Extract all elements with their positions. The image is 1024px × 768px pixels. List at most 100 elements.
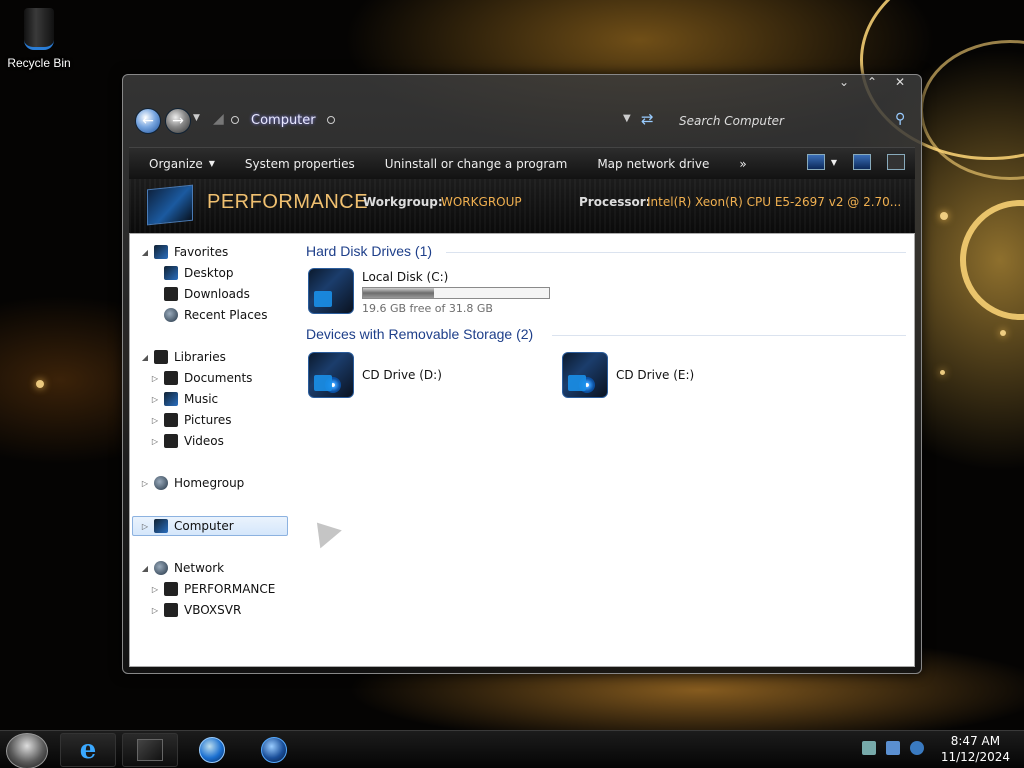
group-header-hard-disks[interactable]: Hard Disk Drives (1) bbox=[306, 243, 432, 259]
processor-label: Processor: bbox=[579, 195, 651, 209]
nav-item-network-performance[interactable]: ▷ PERFORMANCE bbox=[150, 579, 275, 599]
processor-value: Intel(R) Xeon(R) CPU E5-2697 v2 @ 2.70..… bbox=[647, 195, 902, 209]
content-area: ◢ Favorites Desktop Downloads Recent Pla… bbox=[129, 233, 915, 667]
collapse-triangle-icon[interactable]: ◢ bbox=[140, 564, 150, 573]
drive-label: CD Drive (D:) bbox=[362, 368, 442, 382]
system-tray bbox=[862, 741, 924, 755]
wallpaper-sparkle bbox=[940, 212, 948, 220]
nav-item-music[interactable]: ▷ Music bbox=[150, 389, 218, 409]
search-icon[interactable]: ⚲ bbox=[895, 111, 905, 127]
taskbar-windows-explorer[interactable] bbox=[122, 733, 178, 767]
expand-triangle-icon[interactable]: ▷ bbox=[150, 606, 160, 615]
downloads-icon bbox=[164, 287, 178, 301]
group-header-removable[interactable]: Devices with Removable Storage (2) bbox=[306, 326, 533, 342]
refresh-icon[interactable]: ⇄ bbox=[641, 110, 654, 128]
expand-triangle-icon[interactable]: ▷ bbox=[150, 416, 160, 425]
nav-item-computer[interactable]: ▷ Computer bbox=[140, 516, 234, 536]
help-icon[interactable] bbox=[887, 154, 905, 170]
organize-button[interactable]: Organize bbox=[149, 157, 203, 171]
taskbar-media-player[interactable] bbox=[184, 733, 240, 767]
collapse-triangle-icon[interactable]: ◢ bbox=[140, 353, 150, 362]
explorer-window: ⌄ ⌃ ✕ ← → ▼ ◢ Computer ▼ ⇄ ⚲ Organize ▼ … bbox=[122, 74, 922, 674]
expand-triangle-icon[interactable]: ▷ bbox=[150, 395, 160, 404]
details-pane: PERFORMANCE Workgroup: WORKGROUP Process… bbox=[129, 179, 915, 233]
nav-label: Homegroup bbox=[174, 476, 245, 490]
drive-usage-fill bbox=[363, 288, 434, 298]
view-controls: ▼ bbox=[806, 154, 905, 170]
taskbar-clock[interactable]: 8:47 AM 11/12/2024 bbox=[941, 733, 1010, 765]
address-dropdown-icon[interactable]: ▼ bbox=[623, 113, 631, 124]
maximize-button[interactable]: ⌃ bbox=[865, 75, 879, 89]
nav-item-homegroup[interactable]: ▷ Homegroup bbox=[140, 473, 244, 493]
expand-triangle-icon[interactable]: ▷ bbox=[140, 522, 150, 531]
network-status-icon[interactable] bbox=[886, 741, 900, 755]
group-divider bbox=[446, 252, 906, 253]
expand-triangle-icon[interactable]: ▷ bbox=[150, 437, 160, 446]
drive-item-d[interactable]: CD Drive (D:) bbox=[308, 352, 508, 402]
cd-disc-icon bbox=[325, 377, 341, 393]
nav-label: Pictures bbox=[184, 413, 232, 427]
nav-item-videos[interactable]: ▷ Videos bbox=[150, 431, 224, 451]
nav-item-libraries[interactable]: ◢ Libraries bbox=[140, 347, 226, 367]
media-player-icon bbox=[199, 737, 225, 763]
nav-label: Music bbox=[184, 392, 219, 406]
breadcrumb-separator-icon[interactable] bbox=[231, 116, 239, 124]
computer-icon: ◢ bbox=[213, 111, 224, 127]
clock-time: 8:47 AM bbox=[950, 734, 1001, 748]
command-bar: Organize ▼ System properties Uninstall o… bbox=[129, 147, 915, 179]
change-view-icon[interactable] bbox=[806, 154, 825, 170]
pictures-icon bbox=[164, 413, 178, 427]
address-breadcrumb[interactable]: Computer bbox=[251, 113, 316, 128]
uninstall-program-button[interactable]: Uninstall or change a program bbox=[385, 157, 568, 171]
view-dropdown-icon[interactable]: ▼ bbox=[831, 158, 837, 167]
start-button[interactable] bbox=[6, 733, 48, 768]
nav-label: Downloads bbox=[184, 287, 250, 301]
minimize-button[interactable]: ⌄ bbox=[837, 75, 851, 89]
nav-item-recent-places[interactable]: Recent Places bbox=[160, 305, 267, 325]
nav-item-documents[interactable]: ▷ Documents bbox=[150, 368, 252, 388]
group-divider bbox=[552, 335, 906, 336]
nav-item-network-vboxsvr[interactable]: ▷ VBOXSVR bbox=[150, 600, 241, 620]
expand-triangle-icon[interactable]: ▷ bbox=[150, 585, 160, 594]
computer-icon bbox=[154, 519, 168, 533]
desktop-icon bbox=[164, 266, 178, 280]
close-button[interactable]: ✕ bbox=[893, 75, 907, 89]
volume-icon[interactable] bbox=[910, 741, 924, 755]
internet-explorer-icon: e bbox=[79, 735, 97, 765]
recycle-bin-shortcut[interactable]: Recycle Bin bbox=[4, 8, 74, 70]
expand-triangle-icon[interactable]: ▷ bbox=[150, 374, 160, 383]
nav-label: Libraries bbox=[174, 350, 226, 364]
preview-pane-icon[interactable] bbox=[853, 154, 871, 170]
items-pane: Hard Disk Drives (1) Local Disk (C:) 19.… bbox=[300, 234, 912, 666]
taskbar: e 8:47 AM 11/12/2024 bbox=[0, 730, 1024, 768]
drive-item-c[interactable]: Local Disk (C:) 19.6 GB free of 31.8 GB bbox=[308, 268, 558, 318]
map-network-drive-button[interactable]: Map network drive bbox=[597, 157, 709, 171]
nav-item-pictures[interactable]: ▷ Pictures bbox=[150, 410, 232, 430]
taskbar-internet-explorer[interactable]: e bbox=[60, 733, 116, 767]
wallpaper-sparkle bbox=[36, 380, 44, 388]
drive-item-e[interactable]: CD Drive (E:) bbox=[562, 352, 762, 402]
breadcrumb-expand-icon[interactable] bbox=[327, 116, 335, 124]
action-center-icon[interactable] bbox=[862, 741, 876, 755]
favorites-star-icon bbox=[154, 245, 168, 259]
nav-label: Network bbox=[174, 561, 225, 575]
network-computer-icon bbox=[164, 603, 178, 617]
more-commands-button[interactable]: » bbox=[739, 157, 746, 171]
nav-item-desktop[interactable]: Desktop bbox=[160, 263, 234, 283]
system-properties-button[interactable]: System properties bbox=[245, 157, 355, 171]
recycle-bin-icon bbox=[24, 8, 54, 50]
navigation-pane: ◢ Favorites Desktop Downloads Recent Pla… bbox=[130, 234, 292, 666]
forward-button[interactable]: → bbox=[165, 108, 191, 134]
nav-item-favorites[interactable]: ◢ Favorites bbox=[140, 242, 228, 262]
nav-item-network[interactable]: ◢ Network bbox=[140, 558, 224, 578]
back-button[interactable]: ← bbox=[135, 108, 161, 134]
taskbar-network-app[interactable] bbox=[246, 733, 302, 767]
nav-item-downloads[interactable]: Downloads bbox=[160, 284, 250, 304]
workgroup-label: Workgroup: bbox=[363, 195, 443, 209]
chevron-down-icon[interactable]: ▼ bbox=[209, 159, 215, 168]
search-input[interactable] bbox=[675, 108, 915, 134]
wallpaper-swirl bbox=[960, 200, 1024, 320]
expand-triangle-icon[interactable]: ▷ bbox=[140, 479, 150, 488]
collapse-triangle-icon[interactable]: ◢ bbox=[140, 248, 150, 257]
recent-pages-dropdown[interactable]: ▼ bbox=[193, 113, 200, 123]
